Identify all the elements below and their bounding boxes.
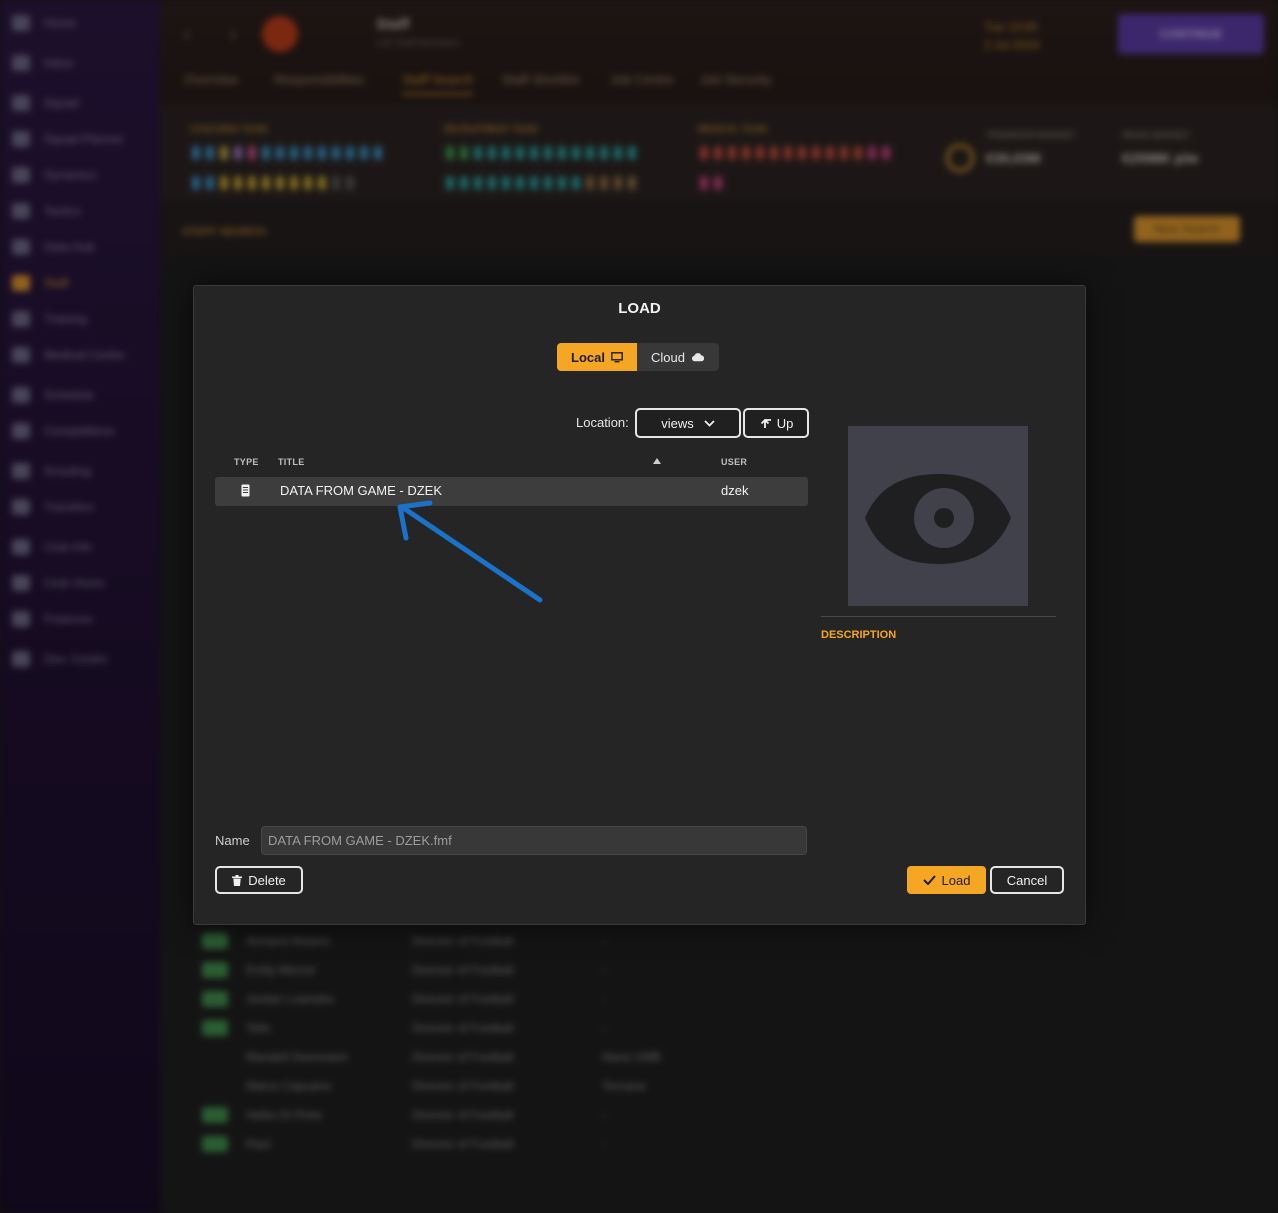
delete-button-label: Delete [248,872,286,888]
load-button[interactable]: Load [907,866,986,894]
name-field[interactable] [261,826,807,855]
description-label: DESCRIPTION [821,629,897,641]
divider [821,616,1056,617]
up-button[interactable]: Up [743,408,809,438]
cancel-button[interactable]: Cancel [990,866,1064,894]
sort-ascending-icon[interactable] [653,458,661,464]
location-label: Location: [576,415,629,430]
column-header-type[interactable]: TYPE [234,457,259,467]
folder-up-icon [760,418,771,428]
file-icon [241,484,250,497]
location-dropdown[interactable]: views [635,408,741,438]
source-toggle: Local Cloud [557,343,719,371]
cloud-tab[interactable]: Cloud [637,343,719,371]
preview-image [848,426,1028,606]
local-tab[interactable]: Local [557,343,637,371]
file-title: DATA FROM GAME - DZEK [280,483,443,498]
eye-icon [865,474,1011,564]
column-header-user[interactable]: USER [721,457,747,467]
load-button-label: Load [941,872,971,888]
file-row[interactable]: DATA FROM GAME - DZEK dzek [215,477,808,506]
file-user: dzek [721,483,749,498]
name-label: Name [215,833,250,848]
load-dialog: LOAD Local Cloud Location: views Up TYPE… [193,285,1086,925]
up-button-label: Up [776,415,794,431]
location-value: views [661,415,694,431]
cloud-icon [691,353,705,362]
chevron-down-icon [704,419,715,427]
cloud-tab-label: Cloud [651,349,685,365]
monitor-icon [611,351,623,362]
checkmark-icon [922,875,936,885]
dialog-title: LOAD [618,300,661,317]
trash-icon [232,874,243,886]
delete-button[interactable]: Delete [215,866,303,894]
column-header-title[interactable]: TITLE [278,457,305,467]
local-tab-label: Local [571,349,605,365]
